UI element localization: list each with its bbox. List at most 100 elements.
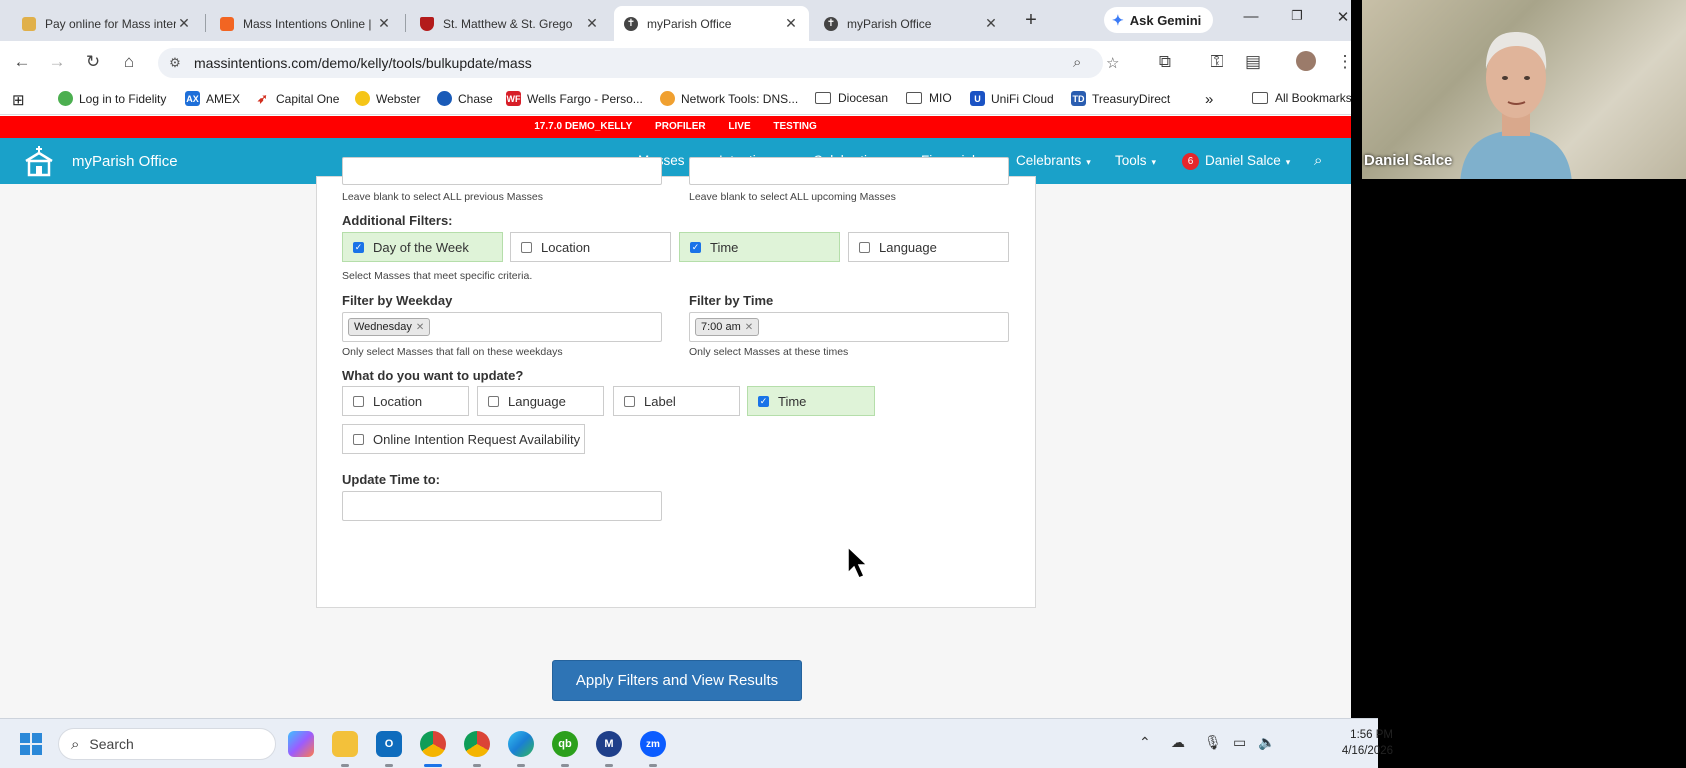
cloud-offline-icon[interactable]: ☁ (1171, 734, 1185, 751)
back-icon[interactable]: ← (11, 52, 33, 72)
home-icon[interactable]: ⌂ (118, 52, 140, 72)
env-profiler[interactable]: PROFILER (655, 121, 706, 132)
nav-tools[interactable]: Tools ▾ (1115, 138, 1156, 184)
forward-icon[interactable]: → (46, 52, 68, 72)
weekday-multiselect[interactable]: Wednesday ✕ (342, 312, 662, 342)
update-location-checkbox[interactable]: Location (342, 386, 469, 416)
env-version: 17.7.0 DEMO_KELLY (534, 121, 633, 132)
update-label-checkbox[interactable]: Label (613, 386, 740, 416)
update-language-checkbox[interactable]: Language (477, 386, 604, 416)
nav-user-menu[interactable]: 6 Daniel Salce ▾ (1182, 138, 1290, 184)
bookmark-folder-mio[interactable]: MIO (906, 91, 952, 105)
tab-pay-online[interactable]: Pay online for Mass inter ✕ (12, 6, 202, 41)
taskbar-search[interactable]: ⌕ Search (58, 728, 276, 760)
filter-day-of-week-checkbox[interactable]: ✓ Day of the Week (342, 232, 503, 262)
bookmark-unifi[interactable]: U UniFi Cloud (970, 91, 1054, 106)
tray-chevron-up-icon[interactable]: ⌃ (1139, 734, 1151, 751)
bookmark-wells-fargo[interactable]: WF Wells Fargo - Perso... (506, 91, 643, 106)
taskbar-clock[interactable]: 1:56 PM 4/16/2026 (1335, 727, 1393, 759)
bookmark-webster[interactable]: Webster (355, 91, 420, 106)
tab-st-matthew[interactable]: St. Matthew & St. Grego ✕ (410, 6, 610, 41)
upcoming-date-input[interactable] (689, 157, 1009, 185)
address-bar[interactable]: ⚙ massintentions.com/demo/kelly/tools/bu… (158, 48, 1119, 78)
reload-icon[interactable]: ↻ (82, 52, 104, 72)
volume-icon[interactable]: 🔈 (1258, 734, 1275, 751)
close-icon[interactable]: ✕ (584, 15, 600, 32)
outlook-icon[interactable]: O (376, 731, 402, 757)
close-window-button[interactable]: ✕ (1328, 8, 1351, 26)
close-icon[interactable]: ✕ (783, 15, 799, 32)
bookmark-network-tools[interactable]: Network Tools: DNS... (660, 91, 798, 106)
bookmark-fidelity[interactable]: Log in to Fidelity (58, 91, 166, 106)
url-text[interactable]: massintentions.com/demo/kelly/tools/bulk… (194, 55, 532, 71)
update-online-intention-checkbox[interactable]: Online Intention Request Availability (342, 424, 585, 454)
weekday-filter-label: Filter by Weekday (342, 293, 453, 308)
filter-time-checkbox[interactable]: ✓ Time (679, 232, 840, 262)
bookmark-label: TreasuryDirect (1092, 91, 1171, 106)
bookmark-label: Log in to Fidelity (79, 91, 167, 106)
close-icon[interactable]: ✕ (176, 15, 192, 32)
bookmark-treasurydirect[interactable]: TD TreasuryDirect (1071, 91, 1170, 106)
filter-location-checkbox[interactable]: Location (510, 232, 671, 262)
edge-icon[interactable] (508, 731, 534, 757)
help-upcoming: Leave blank to select ALL upcoming Masse… (689, 191, 896, 203)
restore-button[interactable]: ❐ (1282, 8, 1312, 24)
zoom-icon[interactable]: ⌕ (1073, 54, 1081, 71)
tab-myparish-office-active[interactable]: ✝ myParish Office ✕ (614, 6, 809, 41)
all-bookmarks-folder[interactable]: All Bookmarks (1252, 91, 1351, 105)
checkbox-label: Location (373, 393, 423, 409)
ask-gemini-button[interactable]: ✦ Ask Gemini (1104, 7, 1214, 33)
close-icon[interactable]: ✕ (376, 15, 392, 32)
zoom-icon[interactable]: zm (640, 731, 666, 757)
apply-filters-button[interactable]: Apply Filters and View Results (552, 660, 802, 701)
chase-icon (437, 91, 452, 106)
church-favicon-icon (22, 16, 36, 31)
close-icon[interactable]: ✕ (983, 15, 999, 32)
user-name: Daniel Salce (1205, 153, 1281, 168)
bookmark-chase[interactable]: Chase (437, 91, 493, 106)
menu-kebab-icon[interactable]: ⋮ (1334, 52, 1352, 72)
remove-tag-icon[interactable]: ✕ (416, 322, 424, 333)
search-icon[interactable]: ⌕ (1314, 152, 1322, 169)
checkbox-empty-icon (521, 241, 532, 253)
remove-tag-icon[interactable]: ✕ (745, 322, 753, 333)
chrome-icon[interactable] (420, 731, 446, 757)
profile-avatar[interactable] (1296, 51, 1316, 71)
passwords-key-icon[interactable]: ⚿ (1206, 52, 1228, 72)
bookmark-label: AMEX (206, 91, 241, 106)
network-icon[interactable]: ▭ (1233, 734, 1246, 751)
site-info-icon[interactable]: ⚙ (164, 55, 186, 71)
microphone-icon[interactable]: 🎙 (1204, 734, 1222, 751)
bookmark-star-icon[interactable]: ☆ (1106, 54, 1119, 72)
quickbooks-icon[interactable]: qb (552, 731, 578, 757)
update-time-checkbox[interactable]: ✓ Time (747, 386, 875, 416)
more-bookmarks-chevron-icon[interactable]: » (1205, 91, 1213, 108)
bookmark-capital-one[interactable]: ➶ Capital One (255, 91, 339, 106)
tab-mass-intentions-online[interactable]: Mass Intentions Online | ✕ (210, 6, 402, 41)
bookmark-amex[interactable]: AX AMEX (185, 91, 240, 106)
windows-start-icon[interactable] (20, 733, 42, 755)
reading-list-icon[interactable]: ▤ (1242, 52, 1264, 72)
mouse-cursor-icon (847, 546, 869, 579)
bookmark-label: Network Tools: DNS... (681, 91, 799, 106)
update-time-input[interactable] (342, 491, 662, 521)
folder-icon (815, 92, 831, 104)
update-time-label: Update Time to: (342, 472, 440, 487)
apps-grid-icon[interactable]: ⊞ (12, 91, 25, 109)
caret-down-icon: ▾ (1151, 157, 1157, 167)
mio-app-icon[interactable]: M (596, 731, 622, 757)
new-tab-button[interactable]: + (1020, 9, 1042, 32)
tab-myparish-office[interactable]: ✝ myParish Office ✕ (814, 6, 1009, 41)
minimize-button[interactable]: — (1236, 8, 1266, 25)
time-multiselect[interactable]: 7:00 am ✕ (689, 312, 1009, 342)
bookmark-folder-diocesan[interactable]: Diocesan (815, 91, 888, 105)
previous-date-input[interactable] (342, 157, 662, 185)
nav-label: Celebrants (1016, 153, 1082, 168)
bookmark-label: Chase (458, 91, 493, 106)
chrome-profile-icon[interactable] (464, 731, 490, 757)
copilot-icon[interactable] (288, 731, 314, 757)
file-explorer-icon[interactable] (332, 731, 358, 757)
filter-language-checkbox[interactable]: Language (848, 232, 1009, 262)
extensions-icon[interactable]: ⧉ (1154, 52, 1176, 72)
brand-link[interactable]: myParish Office (22, 138, 178, 184)
